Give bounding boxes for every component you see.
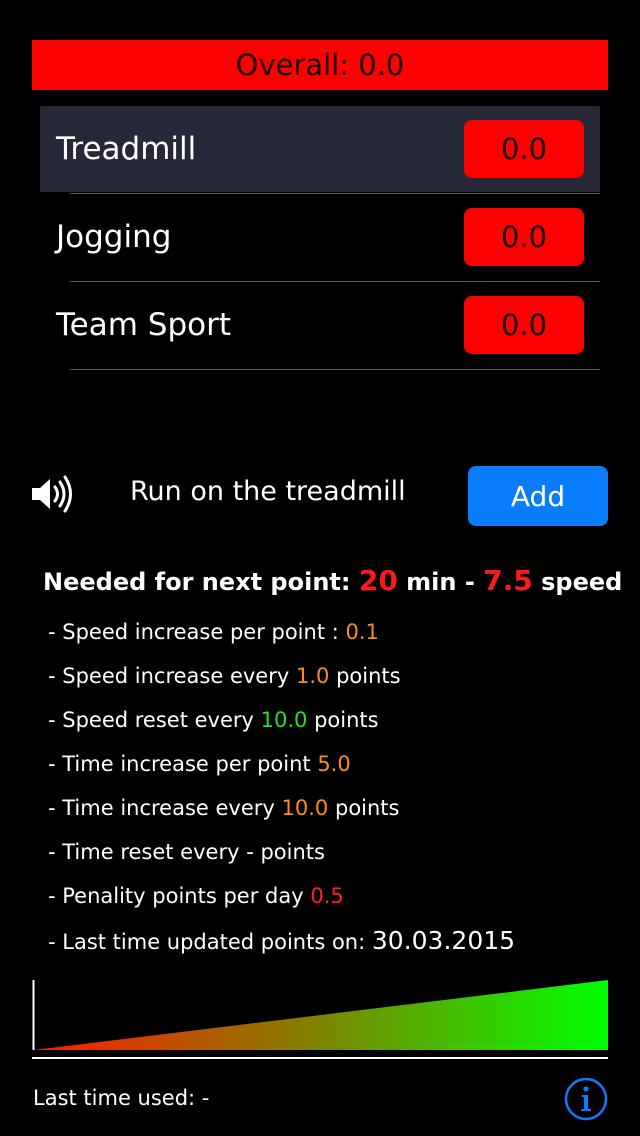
rule-suffix: points bbox=[336, 664, 401, 688]
rule-speed-increase-per-point: - Speed increase per point : 0.1 bbox=[48, 620, 379, 644]
rule-value: 0.1 bbox=[345, 620, 379, 644]
speaker-icon[interactable] bbox=[30, 474, 76, 514]
rule-value: 10.0 bbox=[260, 708, 308, 732]
rule-time-reset-every: - Time reset every - points bbox=[48, 840, 325, 864]
last-time-used: Last time used: - bbox=[33, 1086, 210, 1110]
add-button[interactable]: Add bbox=[468, 466, 608, 526]
needed-prefix: Needed for next point: bbox=[43, 568, 351, 596]
rule-value: 0.5 bbox=[310, 884, 344, 908]
info-icon[interactable] bbox=[564, 1077, 608, 1121]
needed-speed-label: speed bbox=[541, 568, 623, 596]
rule-value: 1.0 bbox=[295, 664, 330, 688]
rule-last-updated: - Last time updated points on: 30.03.201… bbox=[48, 926, 515, 955]
activity-row-team-sport[interactable]: Team Sport 0.0 bbox=[40, 282, 600, 368]
rule-speed-increase-every: - Speed increase every 1.0 points bbox=[48, 664, 401, 688]
activity-score-value: 0.0 bbox=[500, 132, 548, 166]
activity-score-value: 0.0 bbox=[500, 220, 548, 254]
rule-text: - Last time updated points on: bbox=[48, 930, 366, 954]
rule-text: - Time increase per point bbox=[48, 752, 311, 776]
activity-score-badge: 0.0 bbox=[464, 120, 584, 178]
needed-minutes: 20 bbox=[358, 564, 398, 597]
activity-score-badge: 0.0 bbox=[464, 208, 584, 266]
task-label: Run on the treadmill bbox=[130, 476, 406, 507]
activity-name: Treadmill bbox=[56, 131, 197, 167]
rule-text: - Penality points per day bbox=[48, 884, 304, 908]
last-updated-date: 30.03.2015 bbox=[371, 926, 516, 955]
rule-time-increase-every: - Time increase every 10.0 points bbox=[48, 796, 399, 820]
add-button-label: Add bbox=[510, 479, 566, 513]
rule-text: - Speed reset every bbox=[48, 708, 254, 732]
activity-score-badge: 0.0 bbox=[464, 296, 584, 354]
overall-score-banner: Overall: 0.0 bbox=[32, 40, 608, 90]
needed-min-label: min - bbox=[406, 568, 475, 596]
row-divider bbox=[70, 369, 600, 370]
needed-speed: 7.5 bbox=[483, 564, 533, 597]
overall-score-label: Overall: 0.0 bbox=[235, 48, 405, 82]
rule-value: 10.0 bbox=[281, 796, 329, 820]
rule-speed-reset-every: - Speed reset every 10.0 points bbox=[48, 708, 379, 732]
rule-text: - Time increase every bbox=[48, 796, 275, 820]
progress-ramp bbox=[34, 980, 608, 1050]
rule-text: - Speed increase every bbox=[48, 664, 290, 688]
rule-value: 5.0 bbox=[317, 752, 351, 776]
rule-penalty-points: - Penality points per day 0.5 bbox=[48, 884, 344, 908]
activity-row-jogging[interactable]: Jogging 0.0 bbox=[40, 194, 600, 280]
activity-score-value: 0.0 bbox=[500, 308, 548, 342]
progress-ramp-chart bbox=[32, 978, 610, 1060]
activity-name: Jogging bbox=[56, 219, 172, 255]
rule-suffix: points bbox=[334, 796, 400, 820]
activity-name: Team Sport bbox=[56, 307, 232, 343]
rule-text: - Speed increase per point : bbox=[48, 620, 339, 644]
rule-time-increase-per-point: - Time increase per point 5.0 bbox=[48, 752, 351, 776]
rule-suffix: points bbox=[314, 708, 379, 732]
needed-for-next-point: Needed for next point: 20 min - 7.5 spee… bbox=[43, 564, 622, 597]
activity-row-treadmill[interactable]: Treadmill 0.0 bbox=[40, 106, 600, 192]
rule-text: - Time reset every - points bbox=[48, 840, 325, 864]
